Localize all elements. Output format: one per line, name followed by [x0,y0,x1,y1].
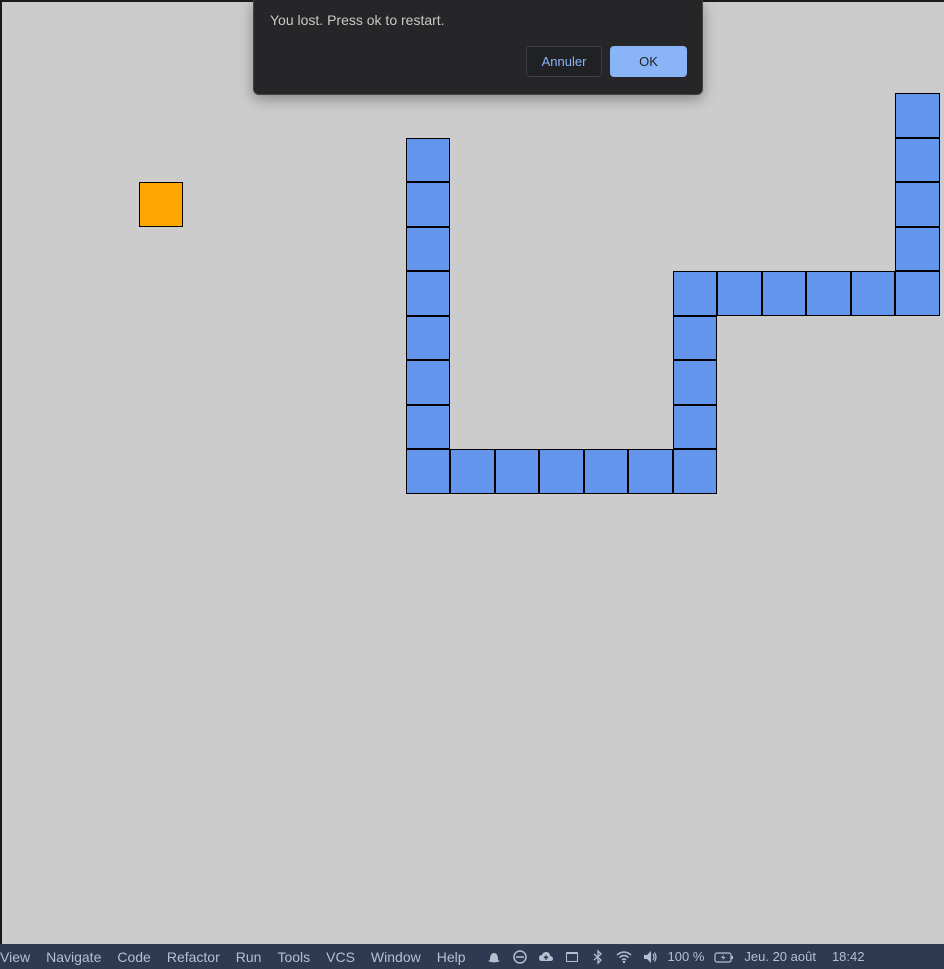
menu-code[interactable]: Code [109,949,158,965]
snake-segment [405,315,450,360]
snake-segment [450,449,495,494]
snake-segment [672,404,717,449]
status-tray: 100 % Jeu. 20 août 18:42 [486,948,865,965]
cancel-button[interactable]: Annuler [526,46,602,77]
snake-segment [895,271,940,316]
battery-percent: 100 % [667,949,705,964]
menu-window[interactable]: Window [363,949,429,965]
do-not-disturb-icon[interactable] [512,949,528,965]
snake-segment [895,137,940,182]
snake-segment [895,226,940,271]
menu-run[interactable]: Run [228,949,270,965]
snake-segment [672,360,717,405]
hat-icon[interactable] [486,949,502,965]
window-icon[interactable] [564,949,580,965]
snake-segment [672,449,717,494]
snake-segment [717,271,762,316]
menubar-time[interactable]: 18:42 [832,949,865,964]
dialog-message: You lost. Press ok to restart. [270,12,445,28]
snake-segment [405,137,450,182]
menubar-date[interactable]: Jeu. 20 août [744,949,816,964]
game-board[interactable] [0,0,944,944]
snake-segment [672,315,717,360]
wifi-icon[interactable] [616,949,632,965]
menu-navigate[interactable]: Navigate [38,949,109,965]
bluetooth-icon[interactable] [590,948,606,965]
snake-segment [806,271,851,316]
game-over-dialog: You lost. Press ok to restart. Annuler O… [253,0,703,95]
snake-segment [761,271,806,316]
snake-segment [405,271,450,316]
ok-button[interactable]: OK [610,46,687,77]
snake-segment [494,449,539,494]
snake-segment [850,271,895,316]
snake-segment [405,226,450,271]
menu-help[interactable]: Help [429,949,474,965]
snake-segment [672,271,717,316]
snake-segment [895,182,940,227]
snake-head [895,93,940,138]
snake-segment [405,404,450,449]
menu-vcs[interactable]: VCS [318,949,363,965]
snake-segment [405,449,450,494]
food-item [138,182,183,227]
snake-segment [539,449,584,494]
volume-icon[interactable] [642,949,658,965]
menu-tools[interactable]: Tools [269,949,318,965]
snake-segment [628,449,673,494]
menu-view[interactable]: View [0,949,38,965]
snake-segment [405,360,450,405]
snake-segment [405,182,450,227]
menu-bar: View Navigate Code Refactor Run Tools VC… [0,944,944,969]
battery-charging-icon[interactable] [714,949,734,965]
snake-segment [583,449,628,494]
cloud-upload-icon[interactable] [538,949,554,965]
menu-refactor[interactable]: Refactor [159,949,228,965]
